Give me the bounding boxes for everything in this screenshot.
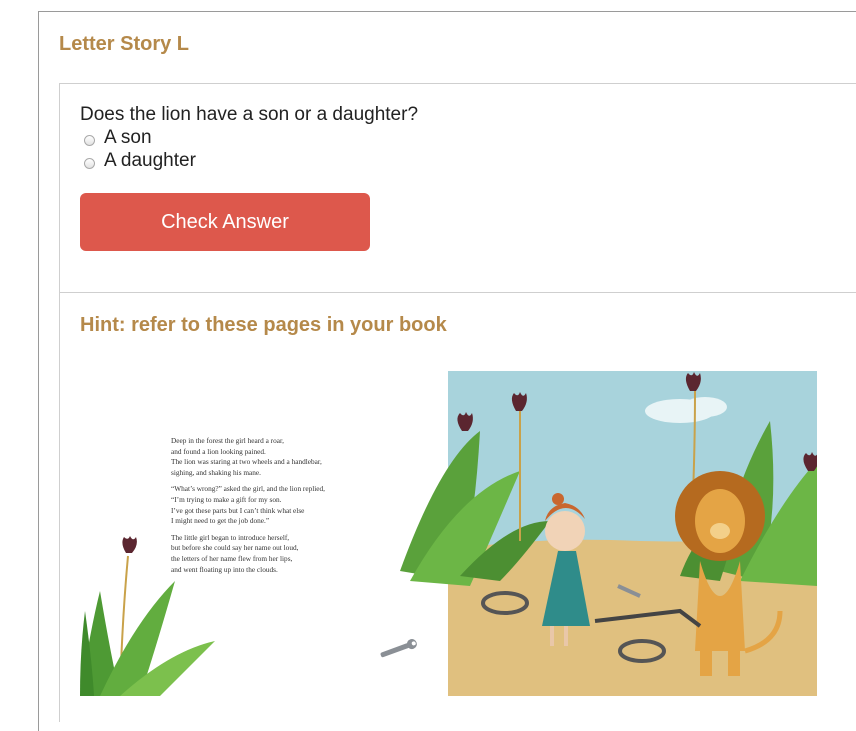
right-page-scene bbox=[400, 371, 817, 696]
story-line: “What’s wrong?” asked the girl, and the … bbox=[171, 484, 325, 494]
story-paragraph-2: “What’s wrong?” asked the girl, and the … bbox=[171, 484, 361, 526]
radio-button[interactable] bbox=[84, 134, 95, 146]
story-line: The little girl began to introduce herse… bbox=[171, 532, 290, 542]
page-title: Letter Story L bbox=[59, 33, 190, 55]
option-a-daughter[interactable]: A daughter bbox=[84, 150, 196, 172]
story-line: but before she could say her name out lo… bbox=[171, 543, 299, 553]
story-line: and found a lion looking pained. bbox=[171, 446, 266, 456]
question-text: Does the lion have a son or a daughter? bbox=[80, 104, 419, 125]
story-line: “I’m trying to make a gift for my son. bbox=[171, 494, 282, 504]
hint-title: Hint: refer to these pages in your book bbox=[80, 314, 447, 336]
story-line: Deep in the forest the girl heard a roar… bbox=[171, 436, 284, 445]
check-answer-button[interactable]: Check Answer bbox=[80, 193, 370, 251]
story-paragraph-3: The little girl began to introduce herse… bbox=[171, 533, 361, 575]
story-paragraph-1: Deep in the forest the girl heard a roar… bbox=[171, 436, 361, 478]
story-line: the letters of her name flew from her li… bbox=[171, 553, 293, 563]
option-a-son[interactable]: A son bbox=[84, 127, 152, 149]
story-line: and went floating up into the clouds. bbox=[171, 564, 278, 574]
option-label: A son bbox=[104, 127, 152, 148]
story-line: I might need to get the job done.” bbox=[171, 516, 270, 526]
story-line: The lion was staring at two wheels and a… bbox=[171, 457, 322, 467]
story-line: I’ve got these parts but I can’t think w… bbox=[171, 505, 305, 515]
story-line: sighing, and shaking his mane. bbox=[171, 467, 261, 477]
story-text-block: Deep in the forest the girl heard a roar… bbox=[171, 436, 361, 581]
option-label: A daughter bbox=[104, 150, 196, 171]
radio-button[interactable] bbox=[84, 157, 95, 169]
